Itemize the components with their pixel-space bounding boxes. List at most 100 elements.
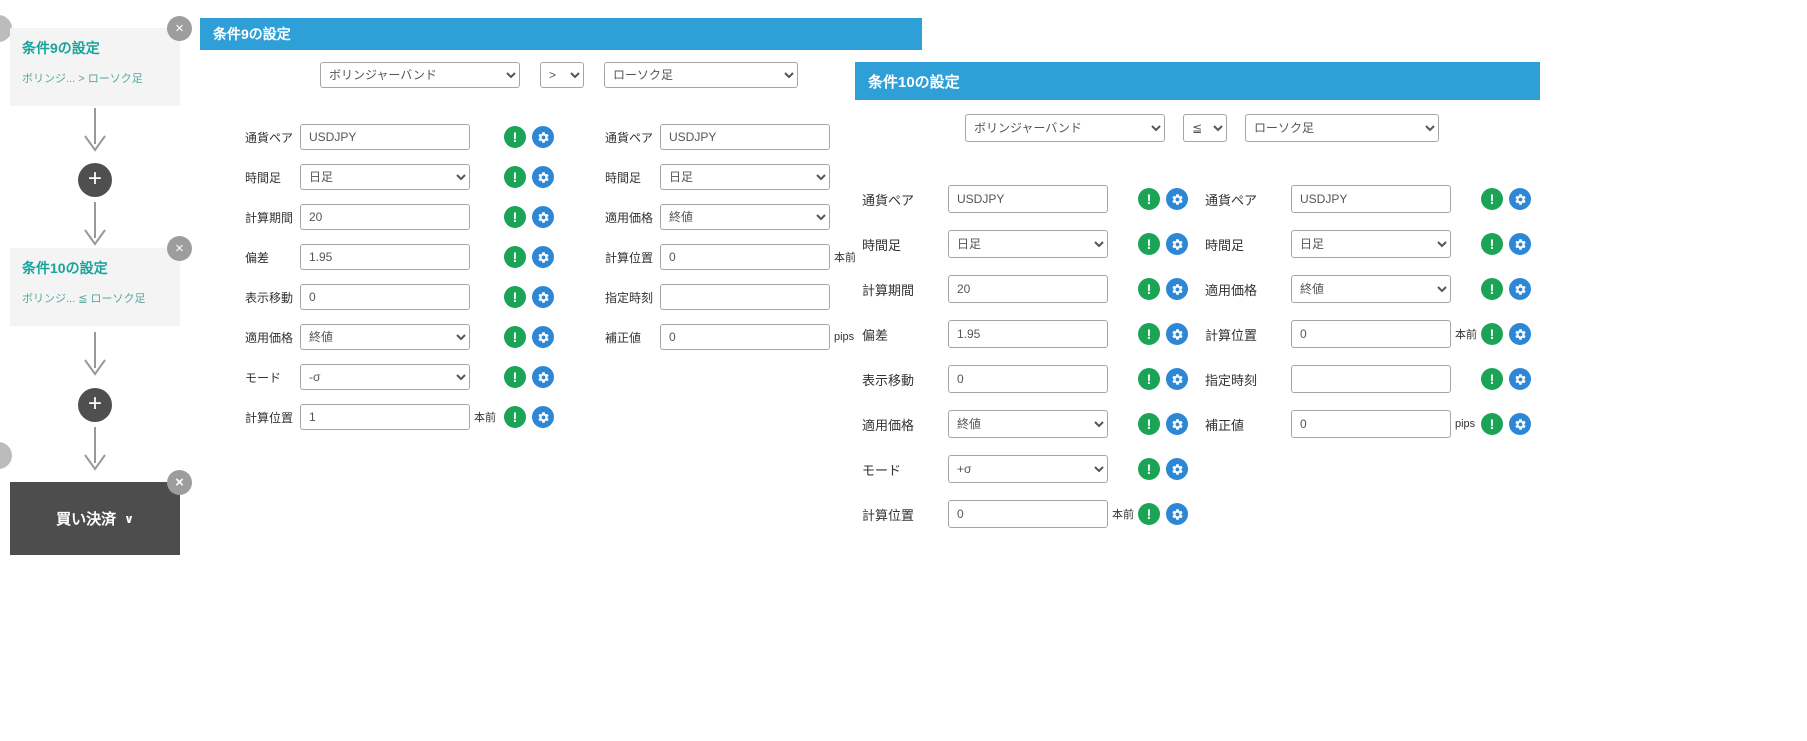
alert-icon[interactable]: ! <box>1138 368 1160 390</box>
alert-icon[interactable]: ! <box>504 286 526 308</box>
field-select[interactable]: +σ <box>948 455 1108 483</box>
gear-icon[interactable] <box>1509 233 1531 255</box>
close-icon[interactable] <box>0 442 12 469</box>
field-row: モード -σ! <box>245 364 554 390</box>
gear-icon[interactable] <box>1166 413 1188 435</box>
field-input[interactable] <box>1291 410 1451 438</box>
gear-icon[interactable] <box>532 286 554 308</box>
field-input[interactable] <box>1291 185 1451 213</box>
buy-settlement-button[interactable]: 買い決済 ∨ × <box>10 470 192 555</box>
gear-icon[interactable] <box>532 406 554 428</box>
field-suffix: 本前 <box>474 412 496 424</box>
field-input[interactable] <box>660 124 830 150</box>
field-row: 表示移動! <box>862 365 1188 393</box>
card-subtitle: ボリンジ... > ローソク足 <box>22 73 143 85</box>
condition-selector-row: ボリンジャーバンド > ローソク足 <box>200 50 922 88</box>
gear-icon[interactable] <box>532 326 554 348</box>
add-condition-button[interactable]: + <box>78 163 112 197</box>
alert-icon[interactable]: ! <box>1138 323 1160 345</box>
gear-icon[interactable] <box>1509 188 1531 210</box>
field-select[interactable]: 日足 <box>660 164 830 190</box>
alert-icon[interactable]: ! <box>1481 233 1503 255</box>
field-select[interactable]: 日足 <box>948 230 1108 258</box>
dialog-title: 条件9の設定 <box>200 18 922 50</box>
alert-icon[interactable]: ! <box>504 406 526 428</box>
condition-card-9[interactable]: 条件9の設定 ボリンジ... > ローソク足 × <box>10 16 192 106</box>
field-label: 時間足 <box>605 170 642 185</box>
target-select[interactable]: ローソク足 <box>1245 114 1439 142</box>
gear-icon[interactable] <box>1166 458 1188 480</box>
field-input[interactable] <box>660 284 830 310</box>
field-row: 補正値 pips! <box>1205 410 1531 438</box>
alert-icon[interactable]: ! <box>1481 278 1503 300</box>
field-input[interactable] <box>1291 320 1451 348</box>
add-condition-button[interactable]: + <box>78 388 112 422</box>
field-label: 補正値 <box>1205 417 1245 433</box>
field-input[interactable] <box>948 185 1108 213</box>
alert-icon[interactable]: ! <box>1138 503 1160 525</box>
alert-icon[interactable]: ! <box>1138 458 1160 480</box>
field-input[interactable] <box>300 244 470 270</box>
alert-icon[interactable]: ! <box>1138 278 1160 300</box>
field-select[interactable]: 日足 <box>1291 230 1451 258</box>
gear-icon[interactable] <box>532 246 554 268</box>
alert-icon[interactable]: ! <box>504 326 526 348</box>
gear-icon[interactable] <box>1509 323 1531 345</box>
alert-icon[interactable]: ! <box>504 126 526 148</box>
field-select[interactable]: -σ <box>300 364 470 390</box>
field-input[interactable] <box>300 284 470 310</box>
field-select[interactable]: 終値 <box>660 204 830 230</box>
alert-icon[interactable]: ! <box>1481 413 1503 435</box>
field-input[interactable] <box>300 204 470 230</box>
field-select[interactable]: 終値 <box>948 410 1108 438</box>
alert-icon[interactable]: ! <box>1138 188 1160 210</box>
alert-icon[interactable]: ! <box>1138 413 1160 435</box>
operator-select[interactable]: > <box>540 62 584 88</box>
gear-icon[interactable] <box>1166 368 1188 390</box>
field-input[interactable] <box>660 244 830 270</box>
gear-icon[interactable] <box>1166 233 1188 255</box>
alert-icon[interactable]: ! <box>1481 188 1503 210</box>
indicator-select[interactable]: ボリンジャーバンド <box>965 114 1165 142</box>
field-input[interactable] <box>948 500 1108 528</box>
alert-icon[interactable]: ! <box>504 366 526 388</box>
target-select[interactable]: ローソク足 <box>604 62 798 88</box>
field-input[interactable] <box>948 275 1108 303</box>
field-row: 通貨ペア! <box>245 124 554 150</box>
alert-icon[interactable]: ! <box>504 166 526 188</box>
gear-icon[interactable] <box>1166 503 1188 525</box>
settle-label: 買い決済 <box>56 511 117 528</box>
operator-select[interactable]: ≦ <box>1183 114 1227 142</box>
alert-icon[interactable]: ! <box>1481 368 1503 390</box>
alert-icon[interactable]: ! <box>504 206 526 228</box>
alert-icon[interactable]: ! <box>1481 323 1503 345</box>
close-icon[interactable]: × <box>167 16 192 41</box>
field-input[interactable] <box>300 404 470 430</box>
field-input[interactable] <box>300 124 470 150</box>
close-icon[interactable]: × <box>167 236 192 261</box>
gear-icon[interactable] <box>1509 413 1531 435</box>
gear-icon[interactable] <box>532 206 554 228</box>
field-input[interactable] <box>948 320 1108 348</box>
gear-icon[interactable] <box>1166 323 1188 345</box>
gear-icon[interactable] <box>532 366 554 388</box>
alert-icon[interactable]: ! <box>504 246 526 268</box>
field-select[interactable]: 終値 <box>1291 275 1451 303</box>
close-icon[interactable]: × <box>167 470 192 495</box>
field-label: モード <box>862 462 902 478</box>
condition-card-10[interactable]: 条件10の設定 ボリンジ... ≦ ローソク足 × <box>10 236 192 326</box>
gear-icon[interactable] <box>1509 278 1531 300</box>
gear-icon[interactable] <box>1166 278 1188 300</box>
field-input[interactable] <box>1291 365 1451 393</box>
gear-icon[interactable] <box>532 166 554 188</box>
field-input[interactable] <box>948 365 1108 393</box>
gear-icon[interactable] <box>1509 368 1531 390</box>
alert-icon[interactable]: ! <box>1138 233 1160 255</box>
field-select[interactable]: 日足 <box>300 164 470 190</box>
field-select[interactable]: 終値 <box>300 324 470 350</box>
gear-icon[interactable] <box>1166 188 1188 210</box>
field-input[interactable] <box>660 324 830 350</box>
indicator-select[interactable]: ボリンジャーバンド <box>320 62 520 88</box>
field-label: 計算位置 <box>605 250 654 265</box>
gear-icon[interactable] <box>532 126 554 148</box>
